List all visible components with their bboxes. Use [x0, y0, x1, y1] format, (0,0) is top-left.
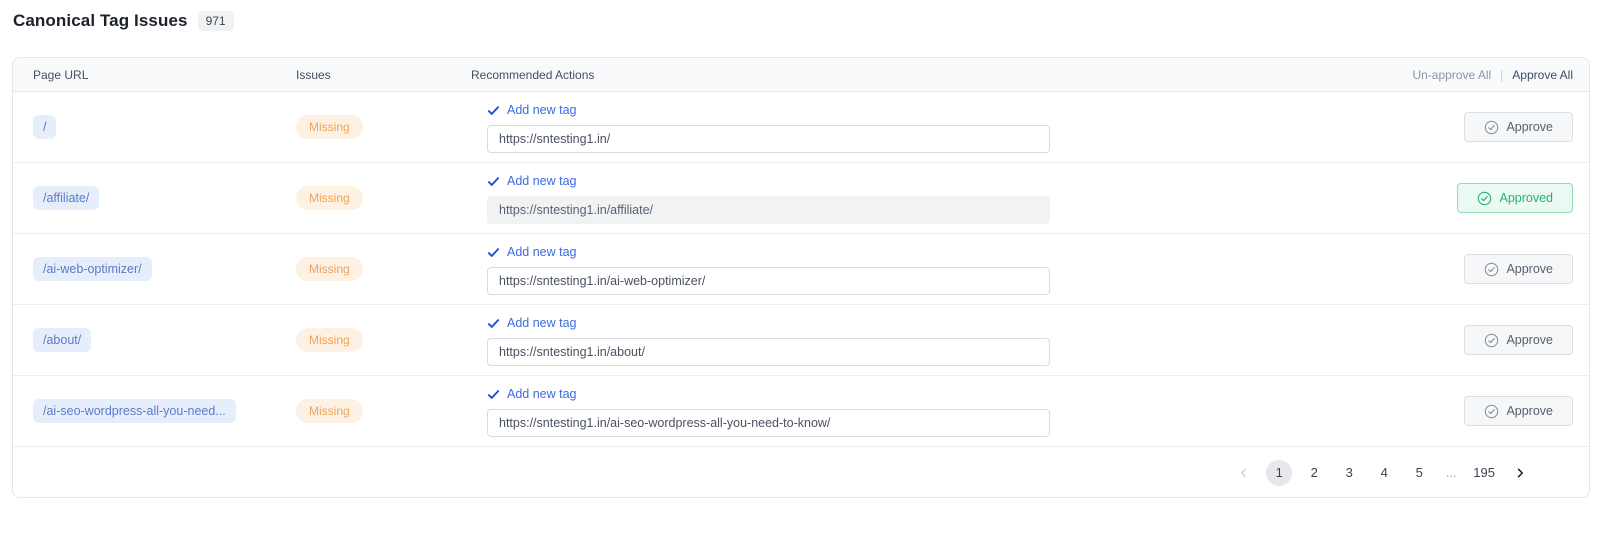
page-number-5[interactable]: 5	[1406, 460, 1432, 486]
circle-check-icon	[1484, 333, 1499, 348]
approve-button[interactable]: Approve	[1464, 325, 1573, 355]
circle-check-icon	[1484, 120, 1499, 135]
page-url-cell: /ai-seo-wordpress-all-you-need...	[13, 376, 296, 446]
canonical-url-input[interactable]	[487, 409, 1050, 437]
check-icon	[487, 104, 500, 117]
approve-button[interactable]: Approve	[1464, 396, 1573, 426]
circle-check-icon	[1484, 262, 1499, 277]
missing-badge: Missing	[296, 186, 363, 210]
issue-cell: Missing	[296, 92, 471, 162]
add-new-tag-label: Add new tag	[507, 174, 577, 188]
page-url-chip[interactable]: /ai-seo-wordpress-all-you-need...	[33, 398, 236, 424]
bulk-actions: Un-approve All | Approve All	[1412, 68, 1589, 82]
table-row: / Missing Add new tag Approve	[13, 92, 1589, 163]
canonical-url-input	[487, 196, 1050, 224]
approve-button[interactable]: Approve	[1464, 254, 1573, 284]
approved-button[interactable]: Approved	[1457, 183, 1573, 213]
add-new-tag-label: Add new tag	[507, 387, 577, 401]
circle-check-icon	[1484, 404, 1499, 419]
page-url-chip[interactable]: /affiliate/	[33, 185, 100, 211]
canonical-issues-card: Page URL Issues Recommended Actions Un-a…	[12, 57, 1590, 498]
issue-cell: Missing	[296, 305, 471, 375]
page-number-1[interactable]: 1	[1266, 459, 1293, 486]
missing-badge: Missing	[296, 399, 363, 423]
add-new-tag-label: Add new tag	[507, 316, 577, 330]
approve-all-link[interactable]: Approve All	[1512, 68, 1573, 82]
page-header: Canonical Tag Issues 971	[13, 11, 234, 31]
check-icon	[487, 246, 500, 259]
table-row: /affiliate/ Missing Add new tag Approved	[13, 163, 1589, 234]
page-number-195[interactable]: 195	[1470, 460, 1498, 486]
page-url-chip[interactable]: /about/	[33, 327, 92, 353]
approve-button-label: Approve	[1506, 120, 1553, 134]
approve-cell: Approve	[1464, 234, 1589, 304]
issue-cell: Missing	[296, 376, 471, 446]
recommended-action-cell: Add new tag	[471, 376, 1464, 446]
unapprove-all-link[interactable]: Un-approve All	[1412, 68, 1491, 82]
approve-button-label: Approve	[1506, 262, 1553, 276]
circle-check-icon	[1477, 191, 1492, 206]
approve-cell: Approve	[1464, 376, 1589, 446]
pagination: 1 2 3 4 5 ... 195	[13, 447, 1589, 497]
table-row: /about/ Missing Add new tag Approve	[13, 305, 1589, 376]
canonical-url-input[interactable]	[487, 267, 1050, 295]
page-url-cell: /ai-web-optimizer/	[13, 234, 296, 304]
page-url-chip[interactable]: /ai-web-optimizer/	[33, 256, 152, 282]
approve-button-label: Approve	[1506, 404, 1553, 418]
table-row: /ai-web-optimizer/ Missing Add new tag A…	[13, 234, 1589, 305]
issue-cell: Missing	[296, 163, 471, 233]
approved-button-label: Approved	[1499, 191, 1553, 205]
page-number-4[interactable]: 4	[1371, 460, 1397, 486]
column-header-issues: Issues	[296, 67, 331, 82]
approve-cell: Approve	[1464, 92, 1589, 162]
prev-page-chevron-icon[interactable]	[1231, 460, 1257, 486]
approve-cell: Approve	[1464, 305, 1589, 375]
issue-cell: Missing	[296, 234, 471, 304]
table-row: /ai-seo-wordpress-all-you-need... Missin…	[13, 376, 1589, 447]
next-page-chevron-icon[interactable]	[1507, 460, 1533, 486]
recommended-action-cell: Add new tag	[471, 163, 1457, 233]
check-icon	[487, 388, 500, 401]
page-number-3[interactable]: 3	[1336, 460, 1362, 486]
page-url-cell: /affiliate/	[13, 163, 296, 233]
missing-badge: Missing	[296, 257, 363, 281]
column-header-page-url: Page URL	[33, 67, 89, 82]
recommended-action-cell: Add new tag	[471, 92, 1464, 162]
approve-button-label: Approve	[1506, 333, 1553, 347]
approve-cell: Approved	[1457, 163, 1589, 233]
missing-badge: Missing	[296, 115, 363, 139]
table-header: Page URL Issues Recommended Actions Un-a…	[13, 58, 1589, 92]
missing-badge: Missing	[296, 328, 363, 352]
recommended-action-cell: Add new tag	[471, 234, 1464, 304]
column-header-recommended-actions: Recommended Actions	[471, 67, 595, 82]
canonical-url-input[interactable]	[487, 338, 1050, 366]
check-icon	[487, 317, 500, 330]
links-divider: |	[1500, 67, 1504, 82]
add-new-tag-label: Add new tag	[507, 103, 577, 117]
recommended-action-cell: Add new tag	[471, 305, 1464, 375]
page-url-cell: /about/	[13, 305, 296, 375]
page-number-2[interactable]: 2	[1301, 460, 1327, 486]
canonical-url-input[interactable]	[487, 125, 1050, 153]
pagination-ellipsis: ...	[1445, 465, 1457, 480]
issue-count-badge: 971	[197, 11, 234, 31]
page-url-chip[interactable]: /	[33, 114, 57, 140]
check-icon	[487, 175, 500, 188]
add-new-tag-label: Add new tag	[507, 245, 577, 259]
page-title: Canonical Tag Issues	[13, 11, 188, 30]
approve-button[interactable]: Approve	[1464, 112, 1573, 142]
page-url-cell: /	[13, 92, 296, 162]
